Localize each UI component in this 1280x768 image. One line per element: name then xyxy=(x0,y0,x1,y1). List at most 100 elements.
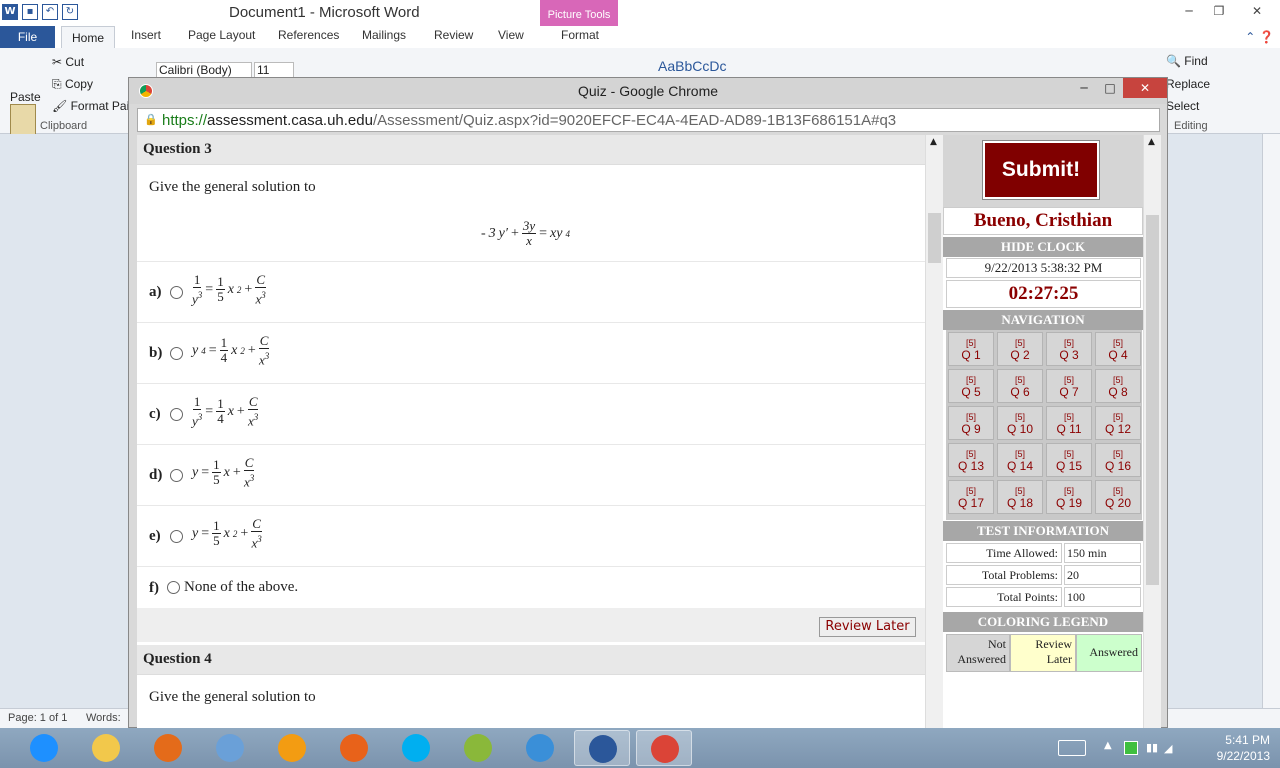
nav-question-10[interactable]: [5] Q 10 xyxy=(997,406,1043,440)
nav-question-3[interactable]: [5] Q 3 xyxy=(1046,332,1092,366)
quiz-scrollbar[interactable]: ▲ xyxy=(925,135,943,729)
close-icon[interactable]: ✕ xyxy=(1123,78,1167,98)
select-button[interactable]: Select xyxy=(1166,99,1199,113)
word-window-controls: ─ ❐ ✕ xyxy=(1174,0,1280,22)
paste-icon[interactable] xyxy=(10,104,36,136)
styles-gallery[interactable]: AaBbCcDc xyxy=(658,58,726,74)
scroll-up-icon[interactable]: ▲ xyxy=(930,137,937,147)
paste-button[interactable]: Paste xyxy=(10,90,41,104)
answer-radio-d[interactable] xyxy=(170,469,183,482)
taskbar-button-chrome[interactable] xyxy=(636,730,692,766)
tab-references[interactable]: References xyxy=(278,28,339,42)
nav-question-1[interactable]: [5] Q 1 xyxy=(948,332,994,366)
total-problems-row: Total Problems: 20 xyxy=(946,565,1141,585)
answer-math-d: y = 1 5 x + Cx3 xyxy=(192,455,255,490)
nav-question-11[interactable]: [5] Q 11 xyxy=(1046,406,1092,440)
taskbar-button-outlook[interactable] xyxy=(264,730,320,766)
nav-question-9[interactable]: [5] Q 9 xyxy=(948,406,994,440)
review-later-button[interactable]: Review Later xyxy=(819,617,916,637)
undo-icon[interactable]: ↶ xyxy=(42,4,58,20)
tab-file[interactable]: File xyxy=(0,26,55,48)
taskbar-button-firefox[interactable] xyxy=(326,730,382,766)
tray-expand-icon[interactable]: ▲ xyxy=(1104,740,1112,751)
itunes-icon xyxy=(526,734,554,762)
scroll-up-icon[interactable]: ▲ xyxy=(1148,137,1155,147)
answer-option-d[interactable]: d) y = 1 5 x + Cx3 xyxy=(137,444,925,505)
hide-clock-button[interactable]: HIDE CLOCK xyxy=(943,237,1143,257)
taskbar-button-skype[interactable] xyxy=(388,730,444,766)
answer-radio-b[interactable] xyxy=(170,347,183,360)
minimize-icon[interactable]: ─ xyxy=(1071,78,1097,98)
save-icon[interactable]: ▪ xyxy=(22,4,38,20)
taskbar-button-media-player[interactable] xyxy=(140,730,196,766)
nav-question-6[interactable]: [5] Q 6 xyxy=(997,369,1043,403)
nav-question-8[interactable]: [5] Q 8 xyxy=(1095,369,1141,403)
taskbar-button-people[interactable] xyxy=(202,730,258,766)
address-bar[interactable]: 🔒 https://assessment.casa.uh.edu/Assessm… xyxy=(137,108,1160,132)
nav-question-4[interactable]: [5] Q 4 xyxy=(1095,332,1141,366)
nav-question-15[interactable]: [5] Q 15 xyxy=(1046,443,1092,477)
nav-question-13[interactable]: [5] Q 13 xyxy=(948,443,994,477)
tab-insert[interactable]: Insert xyxy=(131,28,161,42)
nav-question-17[interactable]: [5] Q 17 xyxy=(948,480,994,514)
chrome-window: Quiz - Google Chrome ─ □ ✕ 🔒 https://ass… xyxy=(128,77,1168,729)
tray-app-icon[interactable] xyxy=(1124,741,1138,755)
volume-icon[interactable]: ◢ xyxy=(1164,742,1172,755)
review-bar xyxy=(137,608,925,642)
taskbar-button-wolfram[interactable] xyxy=(450,730,506,766)
answer-radio-c[interactable] xyxy=(170,408,183,421)
tab-view[interactable]: View xyxy=(498,28,524,42)
copy-button[interactable]: ⎘ Copy xyxy=(52,77,93,92)
scrollbar-thumb[interactable] xyxy=(928,213,941,263)
answer-radio-f[interactable] xyxy=(167,581,180,594)
minimize-icon[interactable]: ─ xyxy=(1174,0,1204,22)
chrome-window-controls: ─ □ ✕ xyxy=(1071,78,1167,98)
answer-radio-e[interactable] xyxy=(170,530,183,543)
tab-mailings[interactable]: Mailings xyxy=(362,28,406,42)
network-icon[interactable]: ▮▮ xyxy=(1146,741,1158,754)
ie-icon xyxy=(30,734,58,762)
answer-option-e[interactable]: e) y = 1 5 x 2 + Cx3 xyxy=(137,505,925,566)
nav-question-20[interactable]: [5] Q 20 xyxy=(1095,480,1141,514)
replace-button[interactable]: Replace xyxy=(1166,77,1210,91)
answer-option-b[interactable]: b) y 4 = 1 4 x 2 + Cx3 xyxy=(137,322,925,383)
restore-icon[interactable]: ❐ xyxy=(1204,0,1234,22)
vertical-scrollbar[interactable] xyxy=(1262,134,1280,708)
clipboard-group-label: Clipboard xyxy=(40,120,88,132)
answer-option-f[interactable]: f) None of the above. xyxy=(137,566,925,608)
navigation-header: NAVIGATION xyxy=(943,310,1143,330)
url-text[interactable]: https://assessment.casa.uh.edu/Assessmen… xyxy=(162,112,896,129)
keyboard-icon[interactable] xyxy=(1058,740,1086,756)
nav-question-19[interactable]: [5] Q 19 xyxy=(1046,480,1092,514)
taskbar-clock[interactable]: 5:41 PM 9/22/2013 xyxy=(1217,732,1270,764)
file-explorer-icon xyxy=(92,734,120,762)
nav-question-7[interactable]: [5] Q 7 xyxy=(1046,369,1092,403)
nav-question-12[interactable]: [5] Q 12 xyxy=(1095,406,1141,440)
nav-question-5[interactable]: [5] Q 5 xyxy=(948,369,994,403)
submit-button[interactable]: Submit! xyxy=(982,140,1100,200)
taskbar-button-file-explorer[interactable] xyxy=(78,730,134,766)
redo-icon[interactable]: ↻ xyxy=(62,4,78,20)
answer-option-a[interactable]: a) 1 y3 = 1 5 x 2 + Cx3 xyxy=(137,261,925,322)
answer-option-c[interactable]: c) 1 y3 = 1 4 x + Cx3 xyxy=(137,383,925,444)
taskbar-button-ie[interactable] xyxy=(16,730,72,766)
taskbar-button-word[interactable] xyxy=(574,730,630,766)
format-painter-button[interactable]: 🖌 Format Pain xyxy=(52,99,136,113)
tab-home[interactable]: Home xyxy=(61,26,115,49)
nav-question-14[interactable]: [5] Q 14 xyxy=(997,443,1043,477)
find-button[interactable]: 🔍 Find xyxy=(1166,54,1208,68)
nav-question-18[interactable]: [5] Q 18 xyxy=(997,480,1043,514)
tab-review[interactable]: Review xyxy=(434,28,473,42)
help-icon[interactable]: ⌃ ❓ xyxy=(1245,30,1274,44)
tab-format[interactable]: Format xyxy=(561,28,599,42)
cut-button[interactable]: ✂ Cut xyxy=(52,55,84,69)
maximize-icon[interactable]: □ xyxy=(1097,78,1123,98)
nav-question-2[interactable]: [5] Q 2 xyxy=(997,332,1043,366)
tab-page-layout[interactable]: Page Layout xyxy=(188,28,255,42)
answer-radio-a[interactable] xyxy=(170,286,183,299)
close-icon[interactable]: ✕ xyxy=(1234,0,1280,22)
taskbar-button-itunes[interactable] xyxy=(512,730,568,766)
scrollbar-thumb[interactable] xyxy=(1146,215,1159,585)
page-scrollbar[interactable]: ▲ xyxy=(1143,135,1161,729)
nav-question-16[interactable]: [5] Q 16 xyxy=(1095,443,1141,477)
